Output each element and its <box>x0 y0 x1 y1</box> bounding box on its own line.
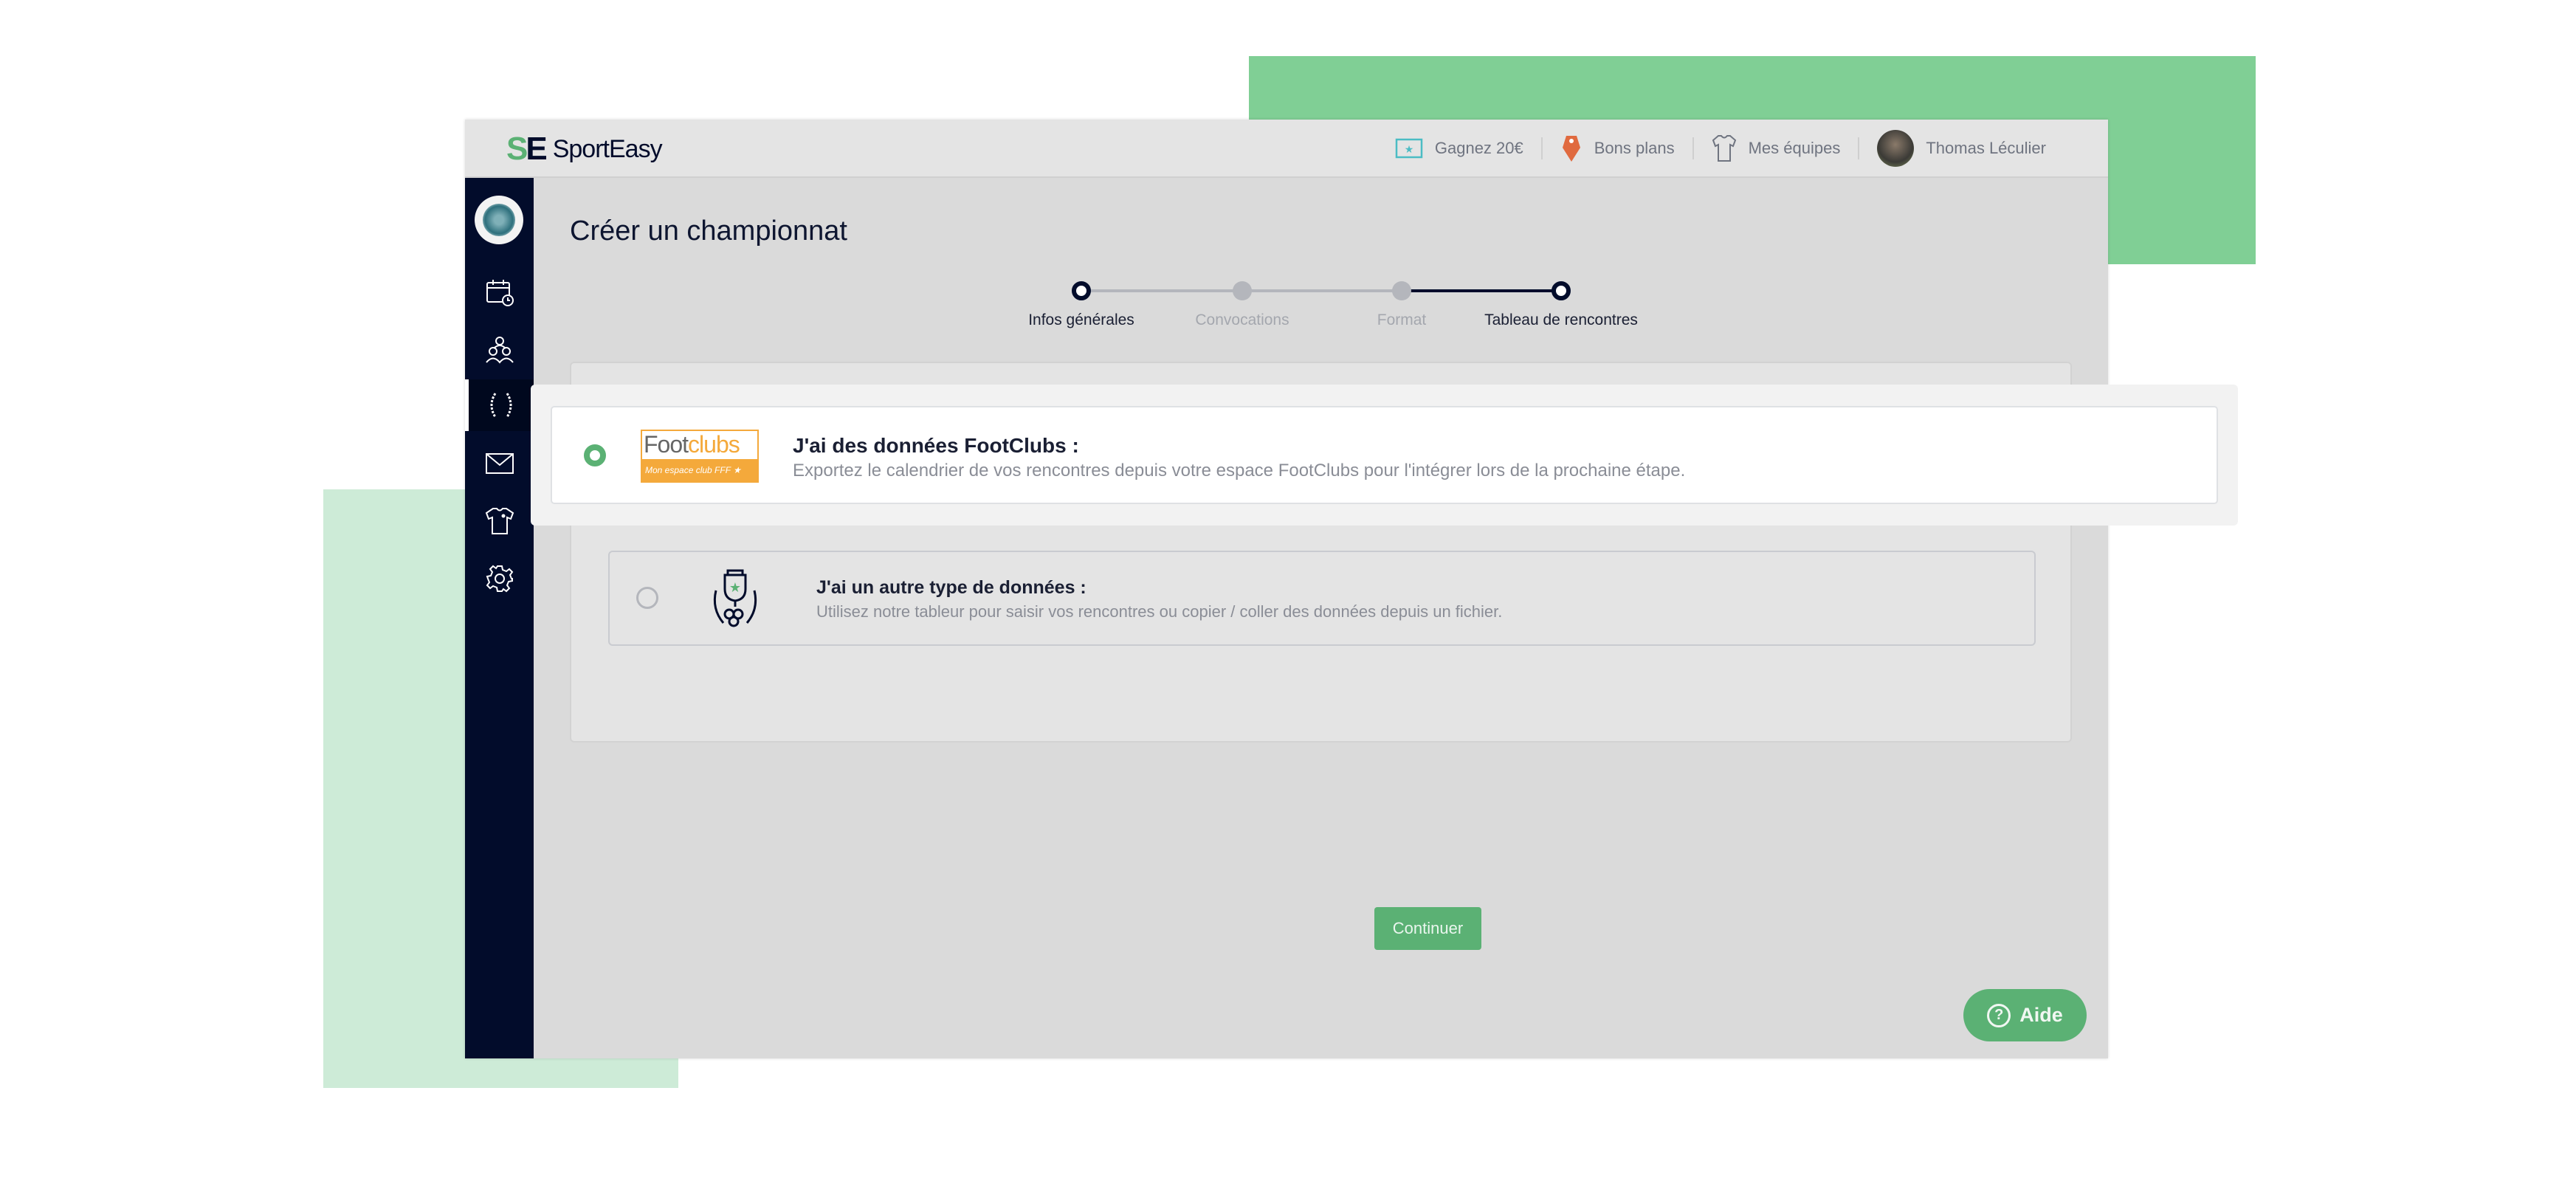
step-dot-infos[interactable] <box>1072 281 1091 300</box>
highlighted-option-overlay: Footclubs Mon espace club FFF ★ J'ai des… <box>531 385 2238 526</box>
header-bons-plans-label: Bons plans <box>1594 139 1675 157</box>
laurel-icon <box>490 393 512 418</box>
step-label-tableau: Tableau de rencontres <box>1484 311 1638 328</box>
option-other-description: Utilisez notre tableur pour saisir vos r… <box>816 602 1503 621</box>
logo-mark: SE <box>506 131 548 167</box>
logo-text-clubs: clubs <box>688 431 740 458</box>
gear-icon <box>486 565 513 593</box>
help-label: Aide <box>2019 1004 2063 1026</box>
stepper-line-done <box>1402 289 1561 292</box>
avatar <box>1877 130 1915 167</box>
header-user-menu[interactable]: Thomas Léculier <box>1859 130 2064 167</box>
price-tag-icon <box>1562 136 1580 162</box>
step-dot-format[interactable] <box>1392 281 1411 300</box>
logo-subtitle: Mon espace club FFF ★ <box>642 459 757 481</box>
logo-text-foot: Foot <box>644 431 689 458</box>
step-label-convocations: Convocations <box>1195 311 1289 328</box>
step-label-format: Format <box>1377 311 1427 328</box>
step-dot-tableau[interactable] <box>1552 281 1571 300</box>
header-mes-equipes-link[interactable]: Mes équipes <box>1694 135 1860 162</box>
calendar-clock-icon <box>486 280 514 306</box>
jersey-icon <box>1712 135 1736 162</box>
help-button[interactable]: ? Aide <box>1963 989 2087 1041</box>
header-nav: ★ Gagnez 20€ Bons plans Mes équipes Thom… <box>1377 130 2064 167</box>
option-footclubs-description: Exportez le calendrier de vos rencontres… <box>793 461 1686 480</box>
brand-name: SportEasy <box>552 134 663 163</box>
user-name: Thomas Léculier <box>1926 139 2046 157</box>
option-other-title: J'ai un autre type de données : <box>816 577 1086 598</box>
option-footclubs-title: J'ai des données FootClubs : <box>793 434 1079 457</box>
sidebar-item-teams[interactable] <box>465 495 534 547</box>
header-gagnez-link[interactable]: ★ Gagnez 20€ <box>1377 137 1543 159</box>
envelope-icon <box>485 453 514 474</box>
ticket-icon: ★ <box>1395 138 1423 159</box>
radio-footclubs-selected[interactable] <box>584 444 606 466</box>
sidebar-item-championship[interactable] <box>465 379 534 431</box>
people-icon <box>485 337 514 364</box>
question-circle-icon: ? <box>1987 1003 2011 1027</box>
trophy-icon: ★ <box>713 569 757 627</box>
team-logo[interactable] <box>475 196 523 244</box>
option-card-other[interactable]: ★ J'ai un autre type de données : Utilis… <box>608 551 2036 646</box>
svg-text:★: ★ <box>1405 143 1414 155</box>
option-card-footclubs[interactable]: Footclubs Mon espace club FFF ★ J'ai des… <box>551 406 2218 504</box>
header-gagnez-label: Gagnez 20€ <box>1434 139 1523 157</box>
sidebar-item-settings[interactable] <box>465 553 534 604</box>
page-title: Créer un championnat <box>570 216 847 247</box>
sidebar-item-calendar[interactable] <box>465 266 534 318</box>
sporteasy-logo[interactable]: SE SportEasy <box>506 131 663 167</box>
radio-other[interactable] <box>636 587 658 609</box>
top-header: SE SportEasy ★ Gagnez 20€ Bons plans Mes… <box>465 120 2108 178</box>
sidebar-item-messages[interactable] <box>465 438 534 489</box>
step-dot-convocations <box>1233 281 1252 300</box>
svg-text:★: ★ <box>729 580 741 595</box>
sidebar <box>465 178 534 1058</box>
jersey-icon <box>485 508 514 534</box>
app-window: SE SportEasy ★ Gagnez 20€ Bons plans Mes… <box>465 120 2108 1058</box>
sidebar-item-members[interactable] <box>465 324 534 376</box>
header-mes-equipes-label: Mes équipes <box>1748 139 1841 157</box>
continue-button[interactable]: Continuer <box>1374 907 1481 950</box>
step-label-infos: Infos générales <box>1028 311 1134 328</box>
footclubs-logo: Footclubs Mon espace club FFF ★ <box>641 430 759 483</box>
header-bons-plans-link[interactable]: Bons plans <box>1543 136 1694 162</box>
